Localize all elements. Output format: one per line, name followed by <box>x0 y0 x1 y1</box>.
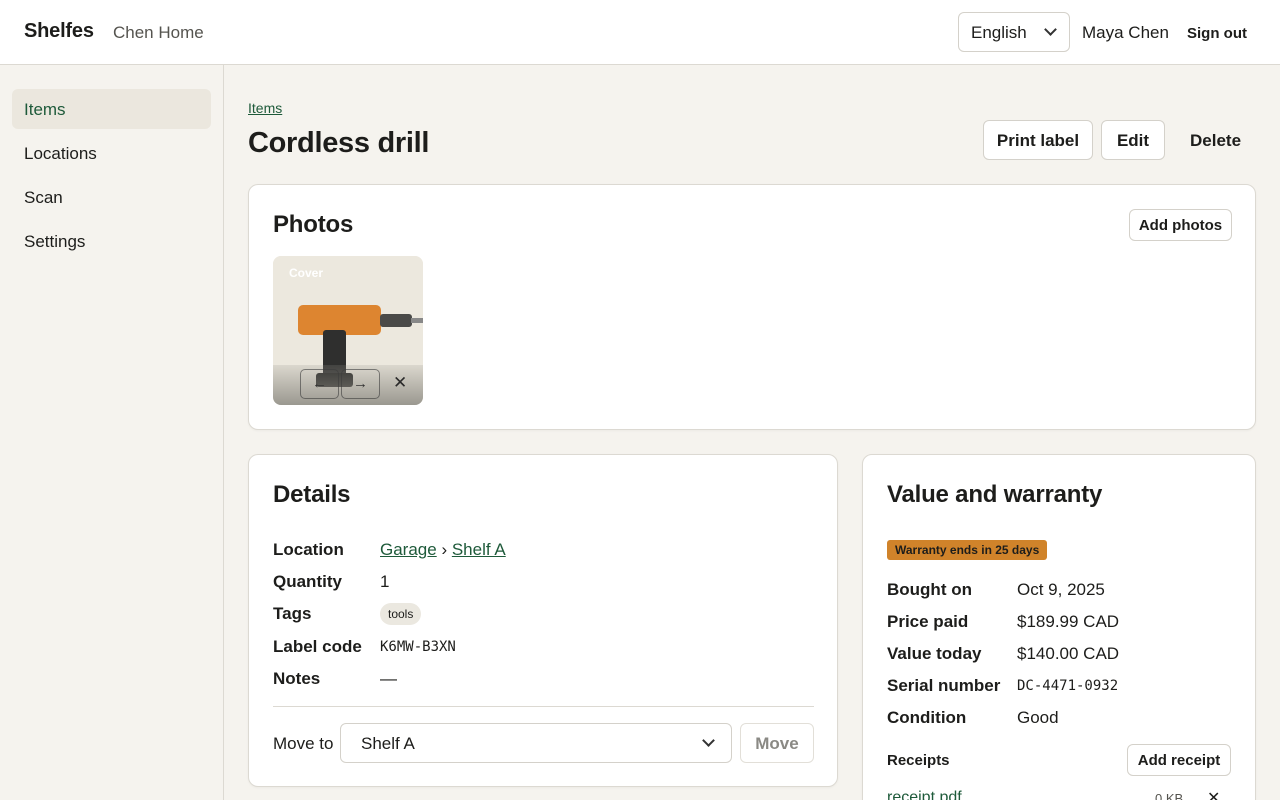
sidebar-item-scan[interactable]: Scan <box>12 177 211 217</box>
breadcrumb-items-link[interactable]: Items <box>248 100 282 116</box>
sign-out-button[interactable]: Sign out <box>1187 25 1247 42</box>
bought-on-value: Oct 9, 2025 <box>1017 580 1105 599</box>
print-label-button[interactable]: Print label <box>983 120 1093 160</box>
value-warranty-card: Value and warranty Warranty ends in 25 d… <box>862 454 1256 800</box>
quantity-value: 1 <box>380 572 390 591</box>
receipt-file-size: 0 KB <box>1155 791 1184 800</box>
move-button[interactable]: Move <box>740 723 814 763</box>
top-bar: Shelfes Chen Home English Maya Chen Sign… <box>0 0 1280 65</box>
remove-receipt-button[interactable]: ✕ <box>1207 788 1220 800</box>
value-today-label: Value today <box>887 644 982 663</box>
tag-chip[interactable]: tools <box>380 603 422 625</box>
price-paid-label: Price paid <box>887 612 969 631</box>
tags-label: Tags <box>273 604 312 623</box>
value-today-value: $140.00 CAD <box>1017 644 1120 663</box>
location-link-shelf[interactable]: Shelf A <box>452 540 506 559</box>
delete-button[interactable]: Delete <box>1190 131 1241 151</box>
arrow-left-icon: ← <box>312 375 327 392</box>
edit-button[interactable]: Edit <box>1101 120 1165 160</box>
receipt-file-link[interactable]: receipt.pdf <box>887 789 962 800</box>
warranty-badge: Warranty ends in 25 days <box>887 540 1048 560</box>
sidebar-item-locations[interactable]: Locations <box>12 133 211 173</box>
location-link-garage[interactable]: Garage <box>380 540 437 559</box>
arrow-right-icon: → <box>353 375 368 392</box>
location-label: Location <box>273 540 344 559</box>
move-photo-left-button[interactable]: ← <box>300 369 339 399</box>
household-name: Chen Home <box>113 23 204 42</box>
remove-photo-button[interactable]: ✕ <box>393 373 407 393</box>
add-photos-button[interactable]: Add photos <box>1129 209 1232 241</box>
move-to-select[interactable]: Shelf A <box>340 723 732 763</box>
location-value: Garage › Shelf A <box>380 540 506 560</box>
details-card: Details Location Garage › Shelf A Quanti… <box>248 454 838 787</box>
serial-number-value: DC-4471-0932 <box>1017 678 1119 694</box>
photo-thumbnail[interactable]: Cover ← → ✕ <box>273 256 423 405</box>
photos-card: Photos Add photos Cover ← → ✕ <box>248 184 1256 430</box>
serial-number-label: Serial number <box>887 676 1001 695</box>
user-name: Maya Chen <box>1082 23 1169 42</box>
sidebar-item-items[interactable]: Items <box>12 89 211 129</box>
condition-label: Condition <box>887 708 967 727</box>
app-logo[interactable]: Shelfes <box>24 20 94 43</box>
divider <box>273 706 814 707</box>
notes-label: Notes <box>273 669 321 688</box>
chevron-down-icon <box>702 734 715 747</box>
cover-label: Cover <box>289 266 324 280</box>
photos-heading: Photos <box>273 211 354 238</box>
page-title: Cordless drill <box>248 127 430 159</box>
language-select[interactable]: English <box>958 12 1070 52</box>
language-select-value: English <box>971 23 1027 42</box>
bought-on-label: Bought on <box>887 580 972 599</box>
sidebar: Items Locations Scan Settings <box>0 65 224 800</box>
quantity-label: Quantity <box>273 572 342 591</box>
move-photo-right-button[interactable]: → <box>341 369 380 399</box>
move-to-select-value: Shelf A <box>361 734 415 753</box>
details-heading: Details <box>273 481 351 508</box>
close-icon: ✕ <box>393 373 408 392</box>
close-icon: ✕ <box>1207 790 1221 800</box>
location-separator: › <box>441 540 448 559</box>
value-warranty-heading: Value and warranty <box>887 481 1103 508</box>
label-code-label: Label code <box>273 637 362 656</box>
move-to-label: Move to <box>273 734 334 753</box>
add-receipt-button[interactable]: Add receipt <box>1127 744 1231 776</box>
label-code-value: K6MW-B3XN <box>380 639 456 655</box>
sidebar-item-settings[interactable]: Settings <box>12 221 211 261</box>
receipts-label: Receipts <box>887 752 950 769</box>
price-paid-value: $189.99 CAD <box>1017 612 1120 631</box>
notes-value: — <box>380 669 397 688</box>
chevron-down-icon <box>1044 23 1057 36</box>
condition-value: Good <box>1017 708 1059 727</box>
